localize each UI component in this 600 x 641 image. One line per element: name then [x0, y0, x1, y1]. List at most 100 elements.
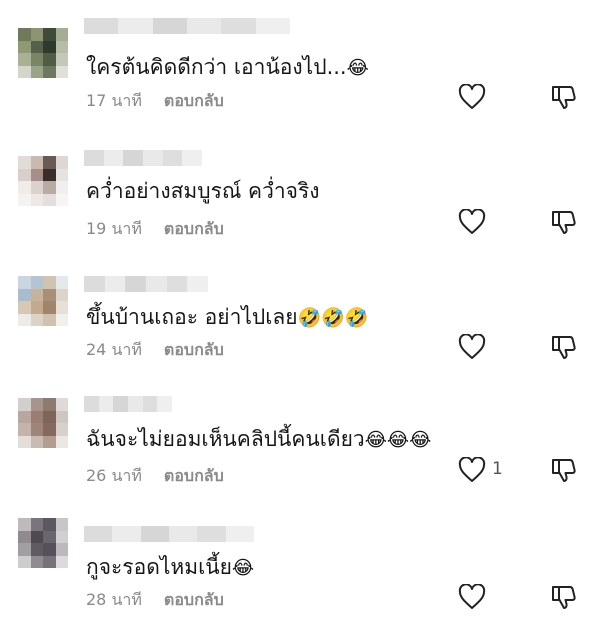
thumbs-down-outline-icon[interactable] — [551, 457, 577, 483]
avatar-pixel — [55, 168, 68, 181]
avatar-pixel — [18, 313, 31, 326]
heart-outline-icon[interactable] — [458, 584, 486, 610]
username-blurred[interactable] — [84, 150, 203, 166]
avatar-pixel — [30, 543, 43, 556]
avatar-pixel — [18, 435, 31, 448]
avatar-pixel — [55, 40, 68, 53]
avatar-pixel — [55, 288, 68, 301]
avatar-pixel — [18, 301, 31, 314]
avatar[interactable] — [18, 276, 68, 326]
heart-outline-icon[interactable] — [458, 84, 486, 110]
timestamp: 26 นาที — [86, 466, 142, 485]
username-blur-pixel — [166, 276, 188, 292]
comment-body: ใครต้นคิดดีกว่า เอาน้องไป... — [86, 55, 347, 79]
avatar-pixel — [30, 555, 43, 568]
avatar-pixel — [30, 398, 43, 411]
comment-body: ขึ้นบ้านเถอะ อย่าไปเลย — [86, 305, 298, 329]
avatar-pixel — [43, 28, 56, 41]
username-blur-pixel — [152, 18, 187, 34]
avatar-pixel — [18, 410, 31, 423]
avatar-pixel — [43, 313, 56, 326]
username-blur-pixel — [221, 18, 256, 34]
avatar-pixel — [18, 28, 31, 41]
username-blurred[interactable] — [84, 396, 173, 412]
username-blur-pixel — [255, 18, 290, 34]
comment-meta: 24 นาที ตอบกลับ — [86, 338, 224, 363]
avatar-pixel — [30, 168, 43, 181]
thumbs-down-outline-icon[interactable] — [551, 84, 577, 110]
username-blur-pixel — [162, 150, 183, 166]
avatar[interactable] — [18, 518, 68, 568]
timestamp: 24 นาที — [86, 340, 142, 359]
avatar-pixel — [30, 28, 43, 41]
comment-item: คว่ำอย่างสมบูรณ์ คว่ำจริง 19 นาที ตอบกลับ — [0, 142, 600, 267]
avatar-pixel — [18, 193, 31, 206]
avatar-pixel — [18, 530, 31, 543]
reply-button[interactable]: ตอบกลับ — [164, 219, 224, 238]
username-blurred[interactable] — [84, 526, 254, 542]
username-blur-pixel — [225, 526, 254, 542]
reply-button[interactable]: ตอบกลับ — [164, 340, 224, 359]
avatar-pixel — [43, 410, 56, 423]
reply-button[interactable]: ตอบกลับ — [164, 590, 224, 609]
heart-outline-icon[interactable] — [458, 457, 486, 483]
avatar-pixel — [55, 555, 68, 568]
avatar-pixel — [30, 288, 43, 301]
avatar[interactable] — [18, 156, 68, 206]
avatar-pixel — [55, 276, 68, 289]
thumbs-down-outline-icon[interactable] — [551, 334, 577, 360]
comment-emoji: 😂😂😂 — [364, 429, 432, 451]
username-blur-pixel — [104, 276, 126, 292]
avatar-pixel — [43, 53, 56, 66]
thumbs-down-outline-icon[interactable] — [551, 209, 577, 235]
username-blur-pixel — [146, 276, 167, 292]
heart-outline-icon[interactable] — [458, 209, 486, 235]
avatar-pixel — [55, 193, 68, 206]
reply-button[interactable]: ตอบกลับ — [164, 91, 224, 110]
username-blur-pixel — [168, 526, 198, 542]
avatar-pixel — [43, 276, 56, 289]
avatar-pixel — [55, 518, 68, 531]
username-blurred[interactable] — [84, 276, 209, 292]
avatar-pixel — [55, 65, 68, 78]
avatar-pixel — [18, 53, 31, 66]
username-blur-pixel — [187, 276, 209, 292]
avatar[interactable] — [18, 28, 68, 78]
avatar-pixel — [30, 156, 43, 169]
heart-outline-icon[interactable] — [458, 334, 486, 360]
username-blur-pixel — [84, 18, 119, 34]
username-blurred[interactable] — [84, 18, 290, 34]
comment-text: กูจะรอดไหมเนี้ย😂 — [86, 554, 254, 581]
avatar-pixel — [18, 423, 31, 436]
avatar-pixel — [18, 40, 31, 53]
avatar-pixel — [55, 53, 68, 66]
username-blur-pixel — [103, 150, 124, 166]
thumbs-down-outline-icon[interactable] — [551, 584, 577, 610]
avatar-pixel — [30, 53, 43, 66]
avatar-pixel — [18, 543, 31, 556]
timestamp: 19 นาที — [86, 219, 142, 238]
avatar-pixel — [30, 435, 43, 448]
comment-meta: 19 นาที ตอบกลับ — [86, 217, 224, 242]
avatar-pixel — [43, 435, 56, 448]
username-blur-pixel — [157, 396, 173, 412]
avatar-pixel — [18, 288, 31, 301]
avatar-pixel — [30, 313, 43, 326]
avatar-pixel — [18, 65, 31, 78]
avatar-pixel — [18, 518, 31, 531]
username-blur-pixel — [123, 150, 144, 166]
avatar-pixel — [30, 301, 43, 314]
avatar-pixel — [43, 181, 56, 194]
timestamp: 28 นาที — [86, 590, 142, 609]
avatar-pixel — [30, 276, 43, 289]
reply-button[interactable]: ตอบกลับ — [164, 466, 224, 485]
comment-meta: 17 นาที ตอบกลับ — [86, 89, 224, 114]
avatar-pixel — [43, 423, 56, 436]
comment-text: ใครต้นคิดดีกว่า เอาน้องไป...😂 — [86, 54, 369, 81]
comment-emoji: 😂 — [346, 57, 369, 79]
username-blur-pixel — [84, 526, 113, 542]
avatar[interactable] — [18, 398, 68, 448]
avatar-pixel — [30, 193, 43, 206]
username-blur-pixel — [197, 526, 226, 542]
avatar-pixel — [43, 543, 56, 556]
